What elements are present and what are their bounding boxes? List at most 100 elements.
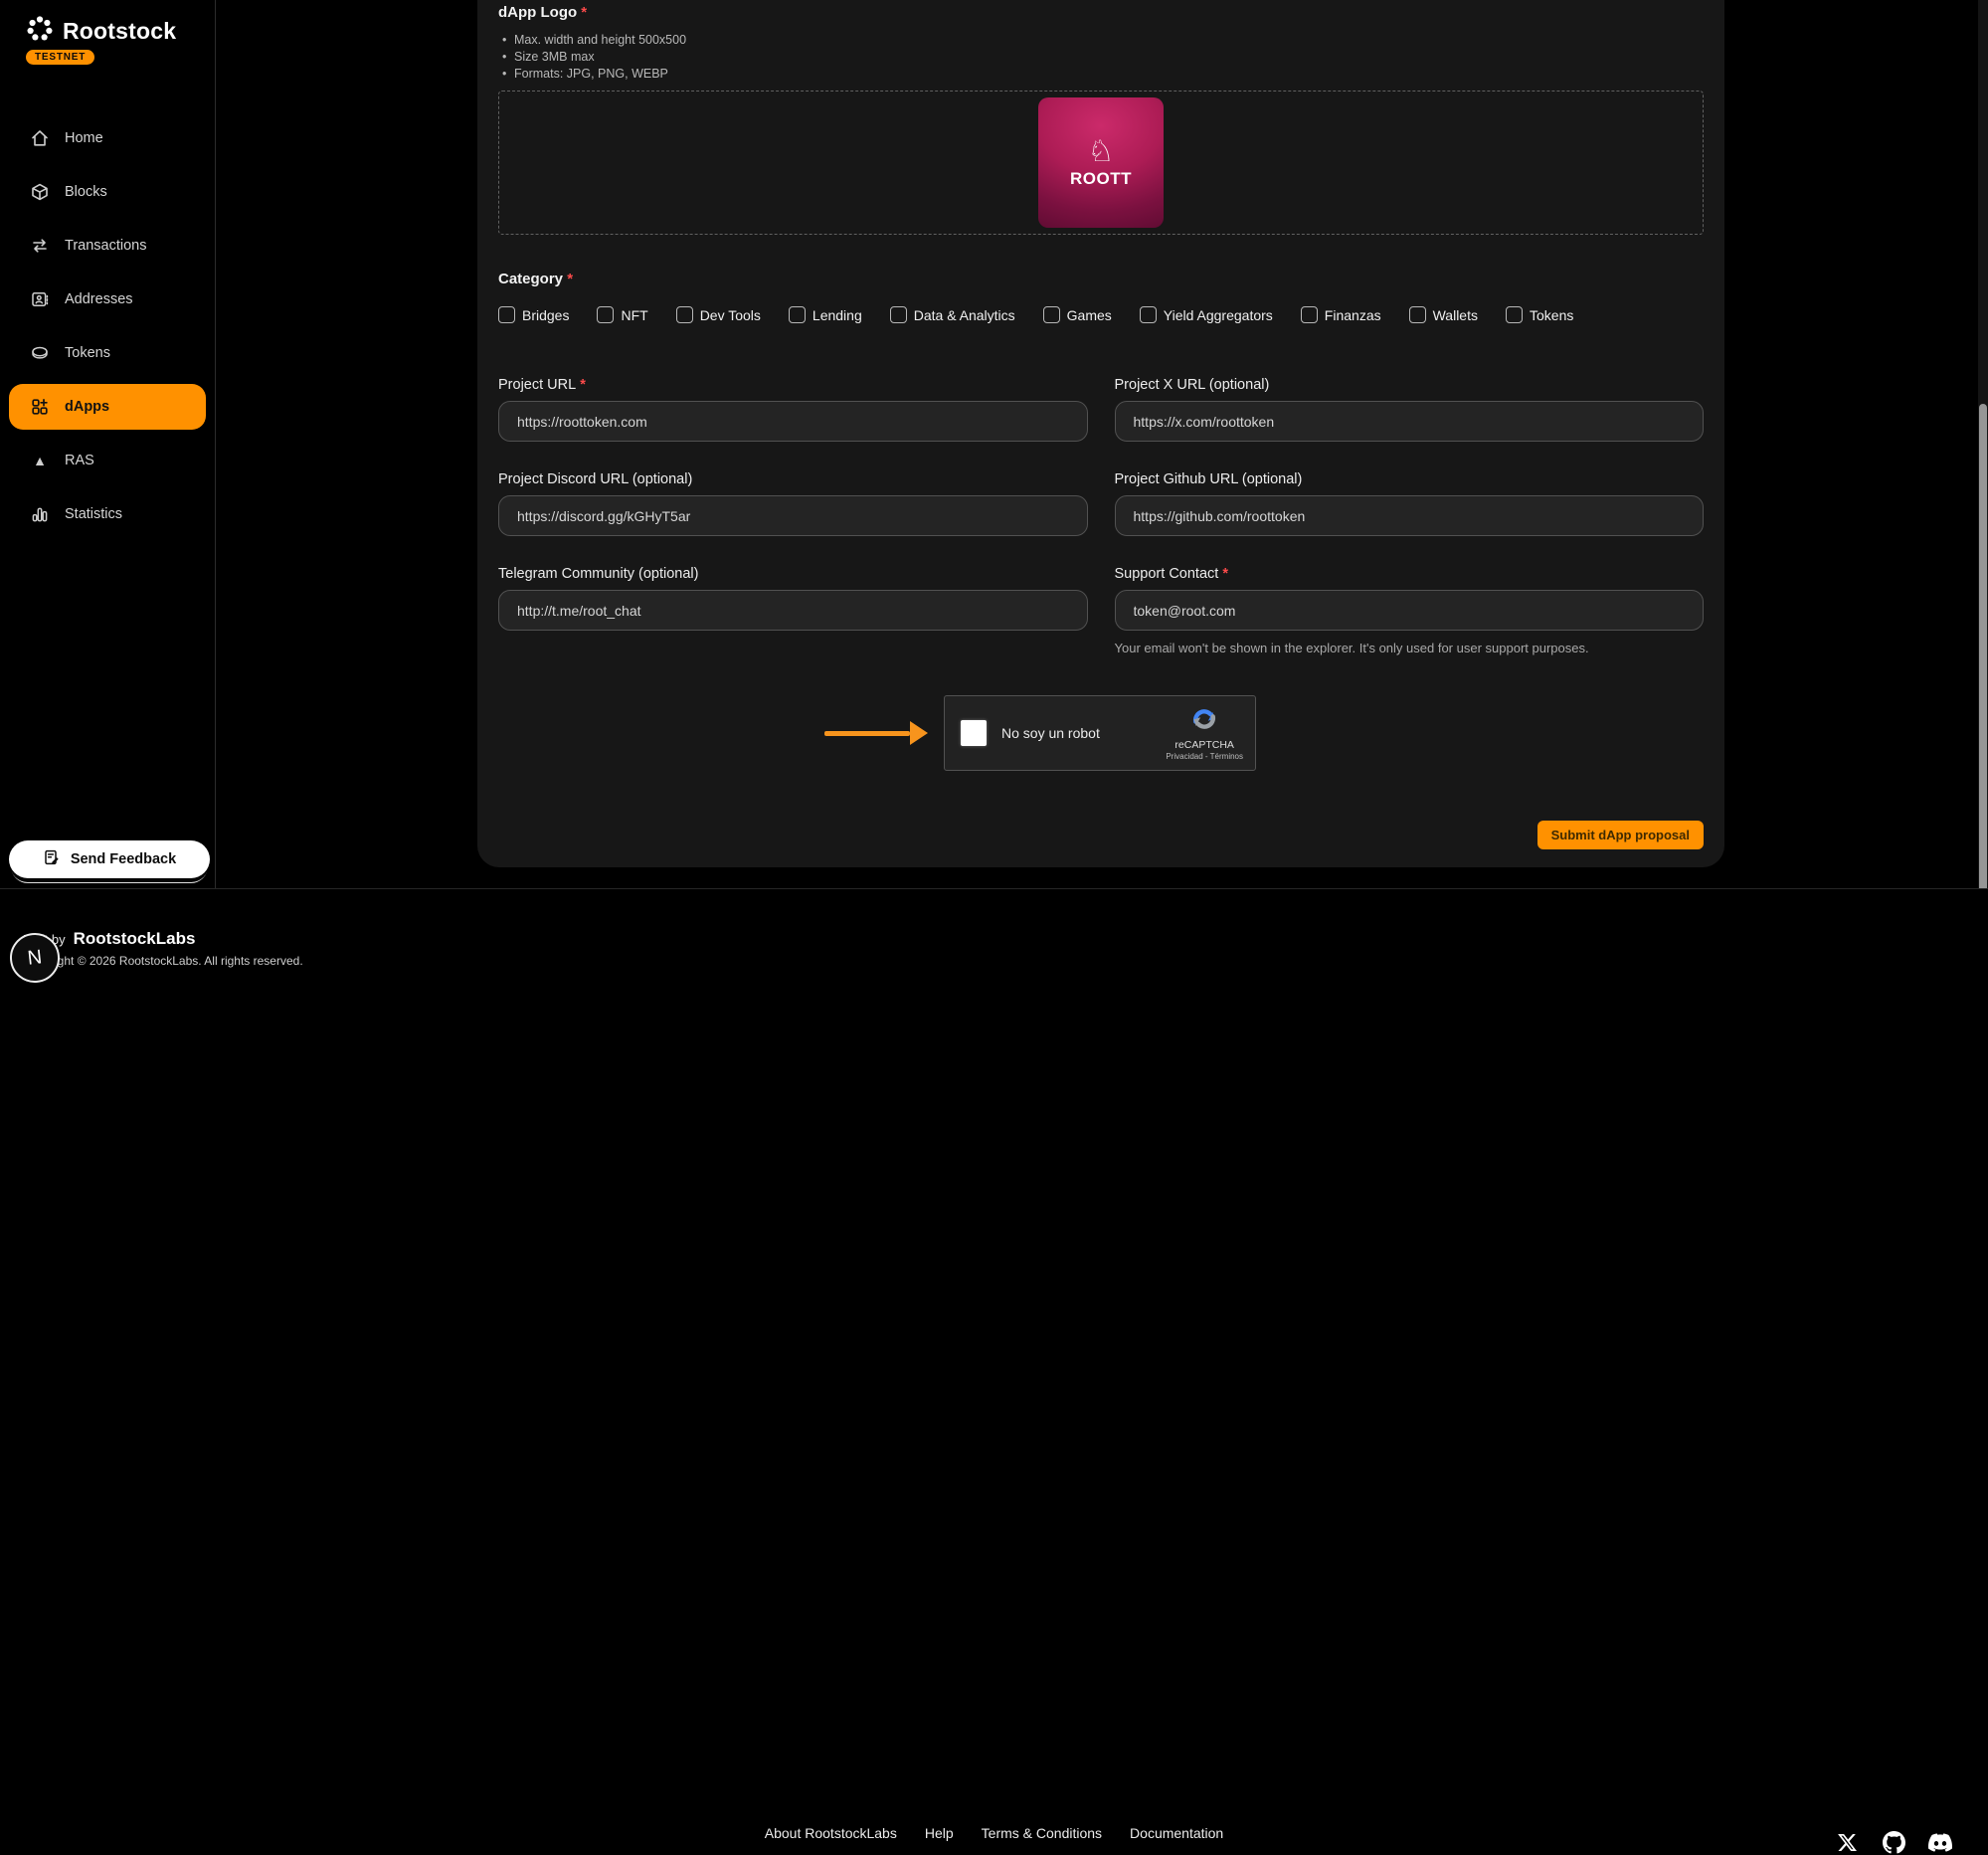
category-option-wallets[interactable]: Wallets: [1409, 306, 1478, 323]
footer-link-terms[interactable]: Terms & Conditions: [982, 1825, 1102, 1841]
logo-requirements-list: Max. width and height 500x500 Size 3MB m…: [498, 32, 1704, 83]
tokens-icon: [30, 343, 50, 363]
footer-link-help[interactable]: Help: [925, 1825, 954, 1841]
footer: Built by RootstockLabs Copyright © 2026 …: [0, 888, 1988, 999]
category-option-bridges[interactable]: Bridges: [498, 306, 569, 323]
category-option-tokens[interactable]: Tokens: [1506, 306, 1573, 323]
sidebar-item-transactions[interactable]: Transactions: [0, 219, 215, 273]
dapps-icon: [30, 397, 50, 417]
recaptcha-brand-text: reCAPTCHA: [1175, 739, 1234, 751]
project-github-url-input[interactable]: [1115, 495, 1705, 536]
sidebar-item-label: Home: [65, 130, 103, 146]
checkbox[interactable]: [1301, 306, 1318, 323]
recaptcha-checkbox[interactable]: [961, 720, 987, 746]
sidebar-item-addresses[interactable]: Addresses: [0, 273, 215, 326]
copyright-text: Copyright © 2026 RootstockLabs. All righ…: [23, 954, 303, 968]
feedback-label: Send Feedback: [71, 851, 176, 867]
telegram-community-field: Telegram Community (optional): [498, 566, 1088, 655]
statistics-icon: [30, 504, 50, 524]
category-label: Category: [498, 271, 573, 287]
project-url-field: Project URL: [498, 377, 1088, 442]
checkbox[interactable]: [890, 306, 907, 323]
project-discord-url-input[interactable]: [498, 495, 1088, 536]
footer-link-documentation[interactable]: Documentation: [1130, 1825, 1223, 1841]
blocks-icon: [30, 182, 50, 202]
project-discord-url-field: Project Discord URL (optional): [498, 471, 1088, 536]
spacer: [1256, 733, 1377, 734]
url-fields-grid: Project URL Project X URL (optional) Pro…: [498, 377, 1704, 655]
project-url-input[interactable]: [498, 401, 1088, 442]
logo-upload-dropzone[interactable]: ♘ ROOTT: [498, 91, 1704, 235]
checkbox[interactable]: [1409, 306, 1426, 323]
dapp-proposal-form: dApp Logo Max. width and height 500x500 …: [477, 0, 1724, 867]
sidebar-item-home[interactable]: Home: [0, 111, 215, 165]
support-contact-helper: Your email won't be shown in the explore…: [1115, 641, 1705, 655]
field-label: Project X URL (optional): [1115, 377, 1705, 393]
rootstocklabs-link[interactable]: RootstockLabs: [74, 929, 196, 949]
sidebar-item-label: RAS: [65, 453, 94, 468]
home-icon: [30, 128, 50, 148]
field-label: Support Contact: [1115, 566, 1705, 582]
brand-name: Rootstock: [63, 18, 176, 45]
sidebar-item-label: Transactions: [65, 238, 146, 254]
footer-link-about[interactable]: About RootstockLabs: [765, 1825, 897, 1841]
captcha-section: No soy un robot reCAPTCHA Privacidad - T…: [498, 695, 1704, 771]
sidebar-item-tokens[interactable]: Tokens: [0, 326, 215, 380]
checkbox[interactable]: [1506, 306, 1523, 323]
transactions-icon: [30, 236, 50, 256]
category-options: Bridges NFT Dev Tools Lending Data & Ana…: [498, 306, 1704, 323]
sidebar-nav: Home Blocks Transactions: [0, 111, 215, 541]
category-option-lending[interactable]: Lending: [789, 306, 862, 323]
send-feedback-button[interactable]: Send Feedback: [9, 840, 210, 878]
project-github-url-field: Project Github URL (optional): [1115, 471, 1705, 536]
page-scrollbar[interactable]: [1978, 0, 1988, 999]
logo-preview-tile[interactable]: ♘ ROOTT: [1038, 97, 1164, 228]
feedback-note-icon: [43, 848, 61, 870]
checkbox[interactable]: [1043, 306, 1060, 323]
submit-row: Submit dApp proposal: [498, 821, 1704, 849]
category-option-games[interactable]: Games: [1043, 306, 1112, 323]
category-option-data-analytics[interactable]: Data & Analytics: [890, 306, 1015, 323]
recaptcha-logo-icon: [1190, 705, 1218, 738]
testnet-badge: TESTNET: [26, 50, 94, 65]
ras-icon: ▲: [30, 451, 50, 470]
checkbox[interactable]: [597, 306, 614, 323]
recaptcha-widget[interactable]: No soy un robot reCAPTCHA Privacidad - T…: [944, 695, 1256, 771]
checkbox[interactable]: [498, 306, 515, 323]
checkbox[interactable]: [789, 306, 806, 323]
field-label: Telegram Community (optional): [498, 566, 1088, 582]
sidebar-item-statistics[interactable]: Statistics: [0, 487, 215, 541]
sidebar-item-label: dApps: [65, 399, 109, 415]
support-contact-input[interactable]: [1115, 590, 1705, 631]
category-option-nft[interactable]: NFT: [597, 306, 647, 323]
logo-requirement: Formats: JPG, PNG, WEBP: [498, 66, 1704, 83]
support-contact-field: Support Contact Your email won't be show…: [1115, 566, 1705, 655]
sidebar-item-blocks[interactable]: Blocks: [0, 165, 215, 219]
logo-requirement: Size 3MB max: [498, 49, 1704, 66]
sidebar-item-dapps[interactable]: dApps: [9, 384, 206, 430]
sidebar-item-label: Blocks: [65, 184, 107, 200]
recaptcha-label: No soy un robot: [1001, 725, 1100, 741]
category-option-finanzas[interactable]: Finanzas: [1301, 306, 1381, 323]
telegram-community-input[interactable]: [498, 590, 1088, 631]
field-label: Project URL: [498, 377, 1088, 393]
addresses-icon: [30, 289, 50, 309]
logo-requirement: Max. width and height 500x500: [498, 32, 1704, 49]
project-x-url-input[interactable]: [1115, 401, 1705, 442]
dapp-logo-label: dApp Logo: [498, 4, 587, 21]
sidebar-item-label: Statistics: [65, 506, 122, 522]
project-x-url-field: Project X URL (optional): [1115, 377, 1705, 442]
rootstock-flower-icon: [25, 14, 55, 49]
sidebar-item-ras[interactable]: ▲ RAS: [0, 434, 215, 487]
category-option-yield-aggregators[interactable]: Yield Aggregators: [1140, 306, 1273, 323]
brand-logo[interactable]: Rootstock: [25, 14, 176, 49]
submit-dapp-proposal-button[interactable]: Submit dApp proposal: [1537, 821, 1704, 849]
recaptcha-brand-block: reCAPTCHA Privacidad - Términos: [1166, 705, 1243, 761]
footer-brand-block: Built by RootstockLabs Copyright © 2026 …: [23, 929, 303, 968]
recaptcha-privacy-terms[interactable]: Privacidad - Términos: [1166, 752, 1243, 761]
category-option-dev-tools[interactable]: Dev Tools: [676, 306, 761, 323]
checkbox[interactable]: [1140, 306, 1157, 323]
logo-preview-text: ROOTT: [1070, 169, 1132, 189]
checkbox[interactable]: [676, 306, 693, 323]
sidebar-item-label: Tokens: [65, 345, 110, 361]
